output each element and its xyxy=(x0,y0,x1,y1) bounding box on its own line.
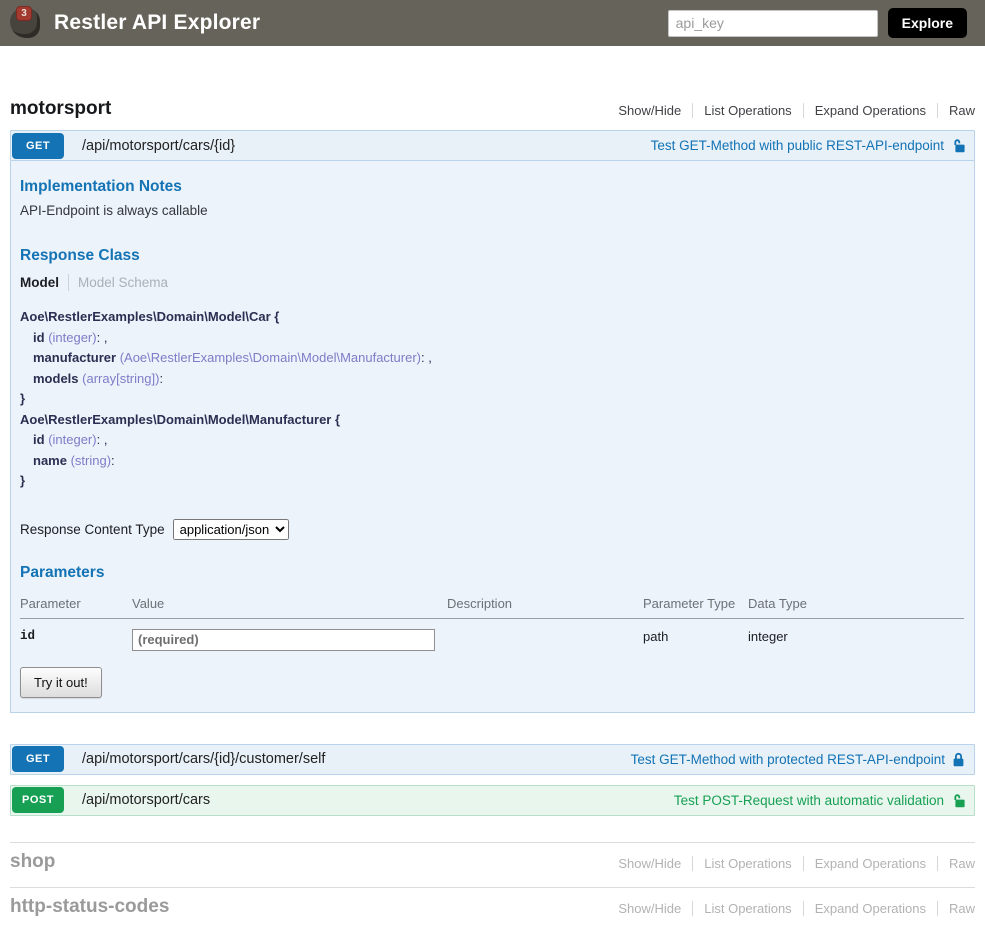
tab-model-schema[interactable]: Model Schema xyxy=(78,275,168,290)
app-title: Restler API Explorer xyxy=(54,11,260,35)
endpoint-test-label: Test POST-Request with automatic validat… xyxy=(674,793,944,808)
link-separator xyxy=(937,901,938,916)
link-separator xyxy=(803,901,804,916)
show-hide-link[interactable]: Show/Hide xyxy=(618,856,681,871)
http-method-badge: GET xyxy=(12,746,64,772)
expand-operations-link[interactable]: Expand Operations xyxy=(815,901,926,916)
api-docs-main: motorsport Show/Hide List Operations Exp… xyxy=(0,46,985,948)
response-content-type-row: Response Content Type application/json xyxy=(20,519,964,540)
model-class-close: } xyxy=(20,389,964,410)
section-title-motorsport[interactable]: motorsport xyxy=(10,98,111,120)
section-title-shop[interactable]: shop xyxy=(10,851,55,873)
endpoint-test-link[interactable]: Test GET-Method with protected REST-API-… xyxy=(631,752,965,767)
try-it-out-button[interactable]: Try it out! xyxy=(20,667,102,698)
endpoint-test-link[interactable]: Test GET-Method with public REST-API-end… xyxy=(651,138,965,153)
expand-operations-link[interactable]: Expand Operations xyxy=(815,856,926,871)
model-signature: Aoe\RestlerExamples\Domain\Model\Car { i… xyxy=(20,307,964,492)
show-hide-link[interactable]: Show/Hide xyxy=(618,901,681,916)
col-header-description: Description xyxy=(447,592,643,619)
param-type: path xyxy=(643,618,748,657)
endpoint-heading: GET /api/motorsport/cars/{id}/customer/s… xyxy=(10,744,975,775)
section-ops-links-shop: Show/Hide List Operations Expand Operati… xyxy=(618,856,975,873)
list-operations-link[interactable]: List Operations xyxy=(704,103,791,118)
param-value-input[interactable] xyxy=(132,629,435,651)
restler-logo-icon: 3 xyxy=(8,5,44,41)
param-name: id xyxy=(20,618,132,657)
link-separator xyxy=(692,856,693,871)
http-method-badge: GET xyxy=(12,133,64,159)
tab-separator xyxy=(68,274,69,291)
raw-link[interactable]: Raw xyxy=(949,103,975,118)
section-header-shop: shop Show/Hide List Operations Expand Op… xyxy=(10,851,975,873)
endpoint-path-link[interactable]: /api/motorsport/cars/{id} xyxy=(82,138,235,154)
link-separator xyxy=(803,103,804,118)
response-content-type-label: Response Content Type xyxy=(20,522,165,537)
explore-button[interactable]: Explore xyxy=(888,8,967,38)
endpoint-get-customer-self: GET /api/motorsport/cars/{id}/customer/s… xyxy=(10,744,975,775)
section-title-http-status-codes[interactable]: http-status-codes xyxy=(10,896,169,918)
model-property: models (array[string]): xyxy=(20,369,964,390)
show-hide-link[interactable]: Show/Hide xyxy=(618,103,681,118)
link-separator xyxy=(937,103,938,118)
list-operations-link[interactable]: List Operations xyxy=(704,901,791,916)
model-class-close: } xyxy=(20,471,964,492)
model-property: id (integer): , xyxy=(20,328,964,349)
section-http-status-codes: http-status-codes Show/Hide List Operati… xyxy=(10,887,975,918)
section-header-motorsport: motorsport Show/Hide List Operations Exp… xyxy=(10,98,975,120)
endpoint-test-label: Test GET-Method with protected REST-API-… xyxy=(631,752,945,767)
model-property: manufacturer (Aoe\RestlerExamples\Domain… xyxy=(20,348,964,369)
raw-link[interactable]: Raw xyxy=(949,856,975,871)
table-row: id path integer xyxy=(20,618,964,657)
raw-link[interactable]: Raw xyxy=(949,901,975,916)
model-property: id (integer): , xyxy=(20,430,964,451)
section-header-http-status-codes: http-status-codes Show/Hide List Operati… xyxy=(10,896,975,918)
response-content-type-select[interactable]: application/json xyxy=(173,519,289,540)
parameters-title: Parameters xyxy=(20,564,964,582)
implementation-notes-text: API-Endpoint is always callable xyxy=(20,203,964,218)
endpoint-test-link[interactable]: Test POST-Request with automatic validat… xyxy=(674,793,965,808)
expand-operations-link[interactable]: Expand Operations xyxy=(815,103,926,118)
response-class-title: Response Class xyxy=(20,247,964,265)
col-header-parameter-type: Parameter Type xyxy=(643,592,748,619)
col-header-data-type: Data Type xyxy=(748,592,964,619)
endpoint-details: Implementation Notes API-Endpoint is alw… xyxy=(10,161,975,713)
link-separator xyxy=(692,103,693,118)
col-header-value: Value xyxy=(132,592,447,619)
http-method-badge: POST xyxy=(12,787,64,813)
param-data-type: integer xyxy=(748,618,964,657)
unlock-icon xyxy=(951,138,965,153)
section-ops-links-http-status-codes: Show/Hide List Operations Expand Operati… xyxy=(618,901,975,918)
col-header-parameter: Parameter xyxy=(20,592,132,619)
endpoint-get-car-by-id: GET /api/motorsport/cars/{id} Test GET-M… xyxy=(10,130,975,713)
model-property: name (string): xyxy=(20,451,964,472)
section-shop: shop Show/Hide List Operations Expand Op… xyxy=(10,842,975,873)
endpoint-path-link[interactable]: /api/motorsport/cars/{id}/customer/self xyxy=(82,751,325,767)
implementation-notes-title: Implementation Notes xyxy=(20,178,964,196)
model-class-header: Aoe\RestlerExamples\Domain\Model\Manufac… xyxy=(20,410,964,431)
api-key-input[interactable] xyxy=(668,10,878,37)
logo-version-badge: 3 xyxy=(16,6,32,21)
parameters-table: Parameter Value Description Parameter Ty… xyxy=(20,592,964,657)
endpoint-test-label: Test GET-Method with public REST-API-end… xyxy=(651,138,944,153)
tab-model[interactable]: Model xyxy=(20,275,59,290)
model-tabs: Model Model Schema xyxy=(20,274,964,291)
endpoint-heading: GET /api/motorsport/cars/{id} Test GET-M… xyxy=(10,130,975,161)
header-controls: Explore xyxy=(668,8,967,38)
link-separator xyxy=(692,901,693,916)
section-ops-links-motorsport: Show/Hide List Operations Expand Operati… xyxy=(618,103,975,120)
unlock-icon xyxy=(951,793,965,808)
param-description xyxy=(447,618,643,657)
app-header: 3 Restler API Explorer Explore xyxy=(0,0,985,46)
list-operations-link[interactable]: List Operations xyxy=(704,856,791,871)
model-class-header: Aoe\RestlerExamples\Domain\Model\Car { xyxy=(20,307,964,328)
endpoint-path-link[interactable]: /api/motorsport/cars xyxy=(82,792,210,808)
lock-icon xyxy=(952,752,965,767)
link-separator xyxy=(937,856,938,871)
link-separator xyxy=(803,856,804,871)
endpoint-post-cars: POST /api/motorsport/cars Test POST-Requ… xyxy=(10,785,975,816)
endpoint-heading: POST /api/motorsport/cars Test POST-Requ… xyxy=(10,785,975,816)
